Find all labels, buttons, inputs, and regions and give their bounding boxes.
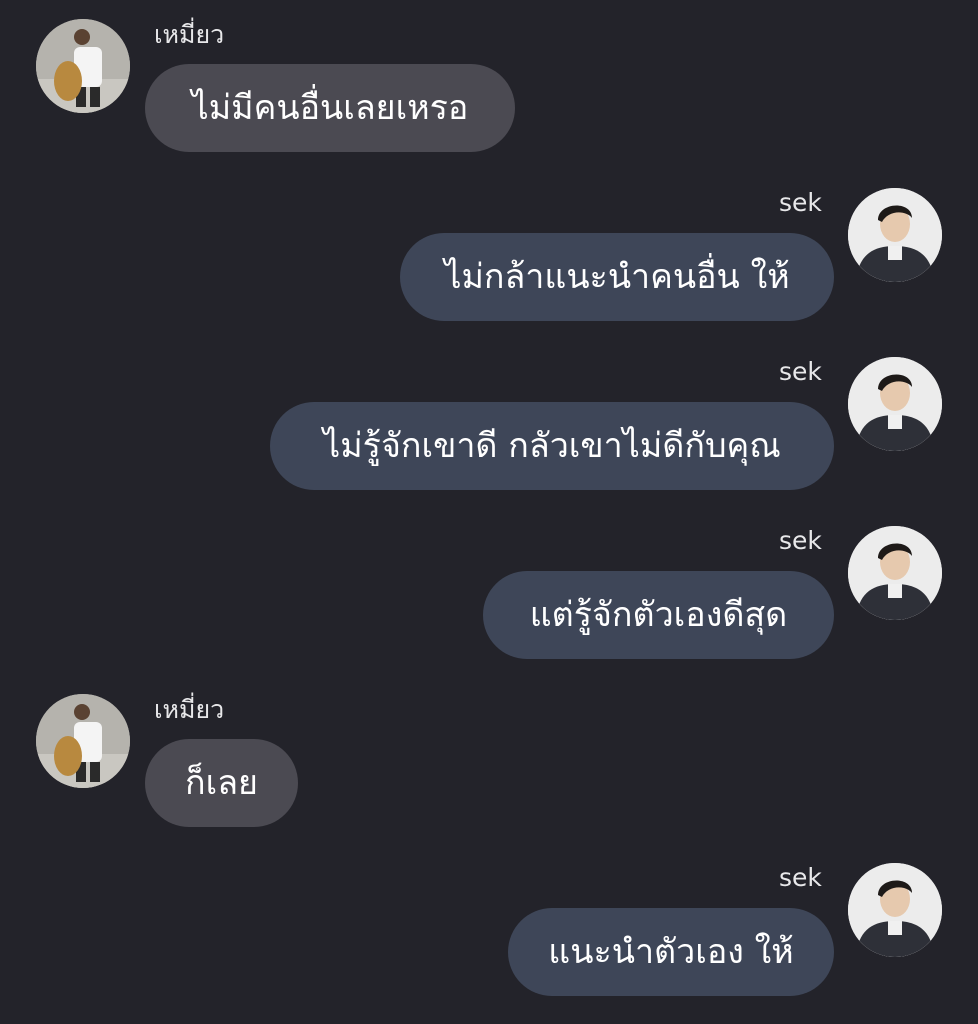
message-bubble[interactable]: ไม่มีคนอื่นเลยเหรอ bbox=[145, 64, 515, 152]
user-avatar-icon bbox=[848, 526, 942, 620]
message-bubble[interactable]: ไม่กล้าแนะนำคนอื่น ให้ bbox=[400, 233, 834, 321]
sender-name: เหมี่ยว bbox=[154, 695, 225, 724]
sender-avatar[interactable] bbox=[36, 694, 130, 788]
sender-name: เหมี่ยว bbox=[154, 20, 225, 49]
sender-avatar[interactable] bbox=[36, 19, 130, 113]
user-avatar-icon bbox=[36, 19, 130, 113]
message-bubble[interactable]: ก็เลย bbox=[145, 739, 298, 827]
sender-name: sek bbox=[779, 526, 822, 555]
message-bubble[interactable]: แต่รู้จักตัวเองดีสุด bbox=[483, 571, 834, 659]
message-bubble[interactable]: แนะนำตัวเอง ให้ bbox=[508, 908, 834, 996]
sender-avatar[interactable] bbox=[848, 526, 942, 620]
user-avatar-icon bbox=[848, 863, 942, 957]
message-bubble[interactable]: ไม่รู้จักเขาดี กลัวเขาไม่ดีกับคุณ bbox=[270, 402, 834, 490]
sender-name: sek bbox=[779, 863, 822, 892]
sender-avatar[interactable] bbox=[848, 357, 942, 451]
sender-avatar[interactable] bbox=[848, 188, 942, 282]
sender-name: sek bbox=[779, 357, 822, 386]
sender-name: sek bbox=[779, 188, 822, 217]
user-avatar-icon bbox=[848, 357, 942, 451]
sender-avatar[interactable] bbox=[848, 863, 942, 957]
user-avatar-icon bbox=[848, 188, 942, 282]
user-avatar-icon bbox=[36, 694, 130, 788]
